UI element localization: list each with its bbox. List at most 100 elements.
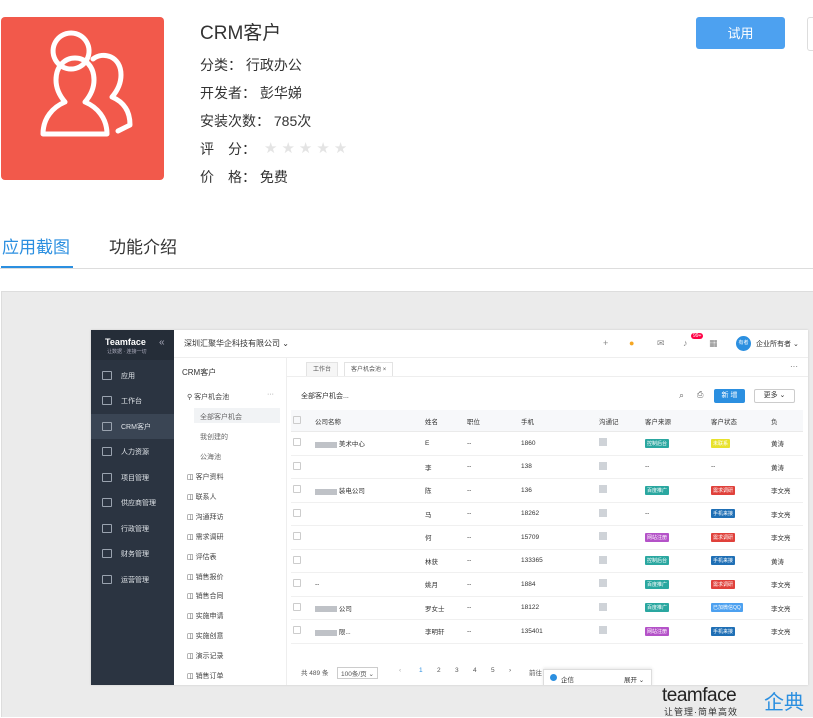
column-owner[interactable]: 负 [769,410,803,432]
menu-item[interactable]: ◫ 实施申请 [187,611,224,621]
export-icon[interactable]: ⎙ [697,390,703,400]
cell-contact-log[interactable] [597,455,643,479]
row-checkbox[interactable] [291,431,313,456]
menu-item[interactable]: ◫ 需求调研 [187,532,224,542]
menu-item[interactable]: ◫ 沟通拜访 [187,512,224,522]
menu-item[interactable]: ◫ 评估表 [187,552,217,562]
more-icon[interactable]: ··· [267,391,274,398]
row-checkbox[interactable] [291,572,313,597]
user-menu[interactable]: 企业所有者 ⌄ [756,339,799,349]
menu-sub-public[interactable]: 公海池 [200,452,221,462]
page-3[interactable]: 3 [455,667,459,674]
menu-item[interactable]: ◫ 销售合同 [187,591,224,601]
plus-icon[interactable]: + [603,338,608,348]
tab-screenshots[interactable]: 应用截图 [2,233,70,258]
select-all-checkbox[interactable] [291,410,313,432]
cell-company[interactable] [313,525,423,550]
row-checkbox[interactable] [291,525,313,550]
double-chevron-left-icon[interactable]: « [159,337,165,348]
add-button[interactable]: 新 增 [714,389,745,403]
tab-workbench[interactable]: 工作台 [306,362,339,377]
menu-item[interactable]: ◫ 客户资料 [187,472,224,482]
cell-company[interactable]: -- [313,572,423,597]
cell-contact-log[interactable] [597,525,643,550]
sidebar-item-operations[interactable]: 运营管理 [91,567,174,592]
cell-company[interactable] [313,502,423,526]
menu-sub-all[interactable]: 全部客户机会 [200,412,242,422]
menu-item[interactable]: ◫ 实施创意 [187,631,224,641]
cell-contact-log[interactable] [597,549,643,573]
tab-pool[interactable]: 客户机会池 × [344,362,394,377]
menu-item[interactable]: ◫ 销售订单 [187,671,224,681]
table-row[interactable]: 李 -- 138 -- -- 黄涛 [291,455,803,479]
cell-company[interactable] [313,455,423,479]
row-checkbox[interactable] [291,502,313,526]
secondary-button[interactable] [807,17,813,51]
table-row[interactable]: 美术中心 E -- 1860 控制后台 未联系 黄涛 [291,431,803,456]
menu-item[interactable]: ◫ 联系人 [187,492,217,502]
menu-item-pool[interactable]: ⚲ 客户机会池 [187,392,229,402]
cell-company[interactable]: 装电公司 [313,478,423,503]
close-icon[interactable]: × [383,367,387,373]
menu-sub-mine[interactable]: 我创建的 [200,432,228,442]
mail-icon[interactable]: ✉ [657,338,665,349]
table-row[interactable]: 装电公司陈 -- 136 百度推广 需求调研 李文亮 [291,478,803,503]
search-icon[interactable]: ⌕ [679,390,684,401]
page-size-select[interactable]: 100条/页 ⌄ [337,667,378,679]
cell-company[interactable] [313,549,423,573]
page-2[interactable]: 2 [437,667,441,674]
cell-company[interactable]: 公司 [313,596,423,620]
sidebar-item-workbench[interactable]: 工作台 [91,388,174,413]
page-1[interactable]: 1 [419,667,423,674]
prev-page-icon[interactable]: ‹ [399,667,401,674]
more-button[interactable]: 更多 ⌄ [754,389,795,403]
try-button[interactable]: 试用 [696,17,785,49]
company-switcher[interactable]: 深圳汇聚华企科技有限公司 ⌄ [184,338,289,349]
app-screenshot[interactable]: Teamface 让数据 · 连接一切 « 应用 工作台 CRM客户 人力资源 … [91,330,808,685]
cell-company[interactable]: 美术中心 [313,431,423,456]
apps-icon[interactable]: ▦ [709,338,718,349]
sidebar-item-finance[interactable]: 财务管理 [91,541,174,566]
column-status[interactable]: 客户状态 [709,410,769,432]
table-row[interactable]: 限... 李明轩 -- 135401 网站注册 手机来接 李文亮 [291,619,803,644]
next-page-icon[interactable]: › [509,667,511,674]
sidebar-item-hr[interactable]: 人力资源 [91,439,174,464]
row-checkbox[interactable] [291,478,313,503]
row-checkbox[interactable] [291,455,313,479]
list-title[interactable]: 全部客户机会... [301,391,349,401]
cell-contact-log[interactable] [597,619,643,644]
column-company[interactable]: 公司名称 [313,410,423,432]
sidebar-item-projects[interactable]: 项目管理 [91,465,174,490]
column-position[interactable]: 职位 [465,410,519,432]
menu-item[interactable]: ◫ 演示记录 [187,651,224,661]
chat-expand[interactable]: 展开 ⌄ [624,674,644,684]
menu-item[interactable]: ◫ 销售报价 [187,572,224,582]
page-4[interactable]: 4 [473,667,477,674]
column-phone[interactable]: 手机 [519,410,597,432]
column-source[interactable]: 客户来源 [643,410,709,432]
tab-features[interactable]: 功能介绍 [109,233,177,258]
table-row[interactable]: 何 -- 15709 网站注册 需求调研 李文亮 [291,525,803,550]
tag-icon[interactable]: ● [629,338,634,348]
sidebar-item-admin[interactable]: 行政管理 [91,516,174,541]
column-name[interactable]: 姓名 [423,410,465,432]
avatar[interactable]: 有者 [736,336,751,351]
cell-contact-log[interactable] [597,596,643,620]
sidebar-item-crm[interactable]: CRM客户 [91,414,174,439]
chat-bar[interactable]: 企信 展开 ⌄ [543,669,652,685]
cell-contact-log[interactable] [597,478,643,503]
table-row[interactable]: 公司 罗女士 -- 18122 百度推广 已加微信QQ 李文亮 [291,596,803,620]
column-contact-log[interactable]: 沟通记 [597,410,643,432]
cell-contact-log[interactable] [597,502,643,526]
cell-company[interactable]: 限... [313,619,423,644]
sidebar-item-suppliers[interactable]: 供应商管理 [91,490,174,515]
row-checkbox[interactable] [291,619,313,644]
cell-contact-log[interactable] [597,572,643,597]
table-row[interactable]: 林获 -- 133365 控制后台 手机来接 黄涛 [291,549,803,573]
table-row[interactable]: 马 -- 18262 -- 手机来接 李文亮 [291,502,803,526]
row-checkbox[interactable] [291,549,313,573]
table-row[interactable]: -- 姚月 -- 1884 百度推广 需求调研 李文亮 [291,572,803,597]
sidebar-item-apps[interactable]: 应用 [91,363,174,388]
page-5[interactable]: 5 [491,667,495,674]
more-icon[interactable]: ··· [790,362,798,371]
